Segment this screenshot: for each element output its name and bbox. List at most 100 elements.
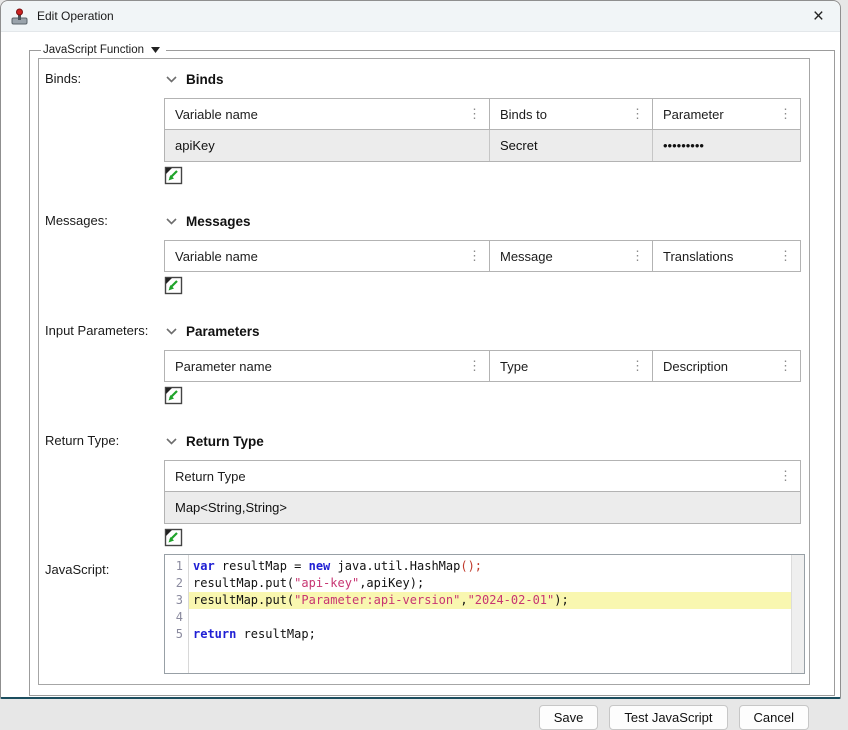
add-row-icon xyxy=(164,166,183,185)
code-token: ,apiKey); xyxy=(359,576,424,590)
messages-collapse-header[interactable]: Messages xyxy=(166,212,805,230)
app-icon xyxy=(11,8,28,25)
window-title: Edit Operation xyxy=(37,9,114,23)
binds-add-row-button[interactable] xyxy=(164,166,183,185)
binds-col-variable-name[interactable]: Variable name ⋮ xyxy=(165,99,490,129)
dialog-body: JavaScript Function Binds: Binds xyxy=(1,32,840,730)
save-button[interactable]: Save xyxy=(539,705,599,730)
line-number: 4 xyxy=(165,609,188,626)
column-header-label: Variable name xyxy=(175,249,464,264)
function-panel: Binds: Binds Variable name xyxy=(38,58,810,685)
parameters-add-row-button[interactable] xyxy=(164,386,183,405)
cancel-button[interactable]: Cancel xyxy=(739,705,809,730)
code-line-5: return resultMap; xyxy=(189,626,791,643)
code-line-2: resultMap.put("api-key",apiKey); xyxy=(189,575,791,592)
parameters-col-parameter-name[interactable]: Parameter name ⋮ xyxy=(165,351,490,381)
parameters-section: Input Parameters: Parameters Parameter xyxy=(42,313,809,405)
code-token: return xyxy=(193,627,236,641)
return-type-section: Return Type: Return Type Return Type xyxy=(42,423,809,547)
test-javascript-button[interactable]: Test JavaScript xyxy=(609,705,727,730)
binds-cell-binds-to[interactable]: Secret xyxy=(490,130,653,161)
column-menu-icon[interactable]: ⋮ xyxy=(775,106,792,122)
group-legend: JavaScript Function xyxy=(41,44,166,56)
chevron-down-icon[interactable] xyxy=(166,328,177,335)
line-number: 3 xyxy=(165,592,188,609)
column-header-label: Type xyxy=(500,359,627,374)
return-type-label: Return Type: xyxy=(42,423,164,547)
code-token: "api-key" xyxy=(294,576,359,590)
messages-label: Messages: xyxy=(42,203,164,295)
parameters-table: Parameter name ⋮ Type ⋮ Description ⋮ xyxy=(164,350,801,382)
editor-scrollbar[interactable] xyxy=(791,555,804,673)
messages-table: Variable name ⋮ Message ⋮ Translations ⋮ xyxy=(164,240,801,272)
add-row-icon xyxy=(164,386,183,405)
messages-section: Messages: Messages Variable name xyxy=(42,203,809,295)
javascript-function-group: JavaScript Function Binds: Binds xyxy=(29,44,835,696)
column-menu-icon[interactable]: ⋮ xyxy=(775,468,792,484)
return-type-collapse-header[interactable]: Return Type xyxy=(166,432,805,450)
line-number-gutter: 1 2 3 4 5 xyxy=(165,555,189,673)
code-line-1: var resultMap = new java.util.HashMap(); xyxy=(189,558,791,575)
column-menu-icon[interactable]: ⋮ xyxy=(775,248,792,264)
code-line-3-highlighted: resultMap.put("Parameter:api-version","2… xyxy=(189,592,791,609)
column-menu-icon[interactable]: ⋮ xyxy=(627,106,644,122)
javascript-label: JavaScript: xyxy=(42,553,164,674)
code-token: resultMap.put( xyxy=(193,576,294,590)
column-header-label: Translations xyxy=(663,249,775,264)
return-type-table: Return Type ⋮ Map<String,String> xyxy=(164,460,801,524)
function-type-dropdown-icon[interactable] xyxy=(151,47,160,53)
titlebar[interactable]: Edit Operation × xyxy=(1,1,840,32)
messages-col-variable-name[interactable]: Variable name ⋮ xyxy=(165,241,490,271)
javascript-code-editor[interactable]: 1 2 3 4 5 var resultMap = new java.util.… xyxy=(164,554,805,674)
column-header-label: Description xyxy=(663,359,775,374)
add-row-icon xyxy=(164,276,183,295)
parameters-col-type[interactable]: Type ⋮ xyxy=(490,351,653,381)
code-token: "2024-02-01" xyxy=(468,593,555,607)
code-area[interactable]: var resultMap = new java.util.HashMap();… xyxy=(189,555,791,673)
code-token: resultMap; xyxy=(236,627,315,641)
binds-table: Variable name ⋮ Binds to ⋮ Parameter ⋮ xyxy=(164,98,801,162)
code-token: resultMap = xyxy=(215,559,309,573)
column-header-label: Return Type xyxy=(175,469,775,484)
column-menu-icon[interactable]: ⋮ xyxy=(464,106,481,122)
column-header-label: Parameter xyxy=(663,107,775,122)
return-type-col[interactable]: Return Type ⋮ xyxy=(165,461,800,491)
return-type-add-row-button[interactable] xyxy=(164,528,183,547)
line-number: 2 xyxy=(165,575,188,592)
code-token: (); xyxy=(460,559,482,573)
messages-title: Messages xyxy=(186,214,251,229)
close-icon[interactable]: × xyxy=(807,7,830,26)
parameters-col-description[interactable]: Description ⋮ xyxy=(653,351,800,381)
binds-col-parameter[interactable]: Parameter ⋮ xyxy=(653,99,800,129)
chevron-down-icon[interactable] xyxy=(166,218,177,225)
messages-add-row-button[interactable] xyxy=(164,276,183,295)
column-menu-icon[interactable]: ⋮ xyxy=(775,358,792,374)
column-menu-icon[interactable]: ⋮ xyxy=(464,358,481,374)
binds-col-binds-to[interactable]: Binds to ⋮ xyxy=(490,99,653,129)
chevron-down-icon[interactable] xyxy=(166,76,177,83)
group-label: JavaScript Function xyxy=(43,44,144,56)
binds-collapse-header[interactable]: Binds xyxy=(166,70,805,88)
binds-label: Binds: xyxy=(42,61,164,185)
binds-cell-variable-name[interactable]: apiKey xyxy=(165,130,490,161)
javascript-section: JavaScript: 1 2 3 4 5 var resultMap xyxy=(42,553,809,674)
code-line-4 xyxy=(189,609,791,626)
messages-col-translations[interactable]: Translations ⋮ xyxy=(653,241,800,271)
code-token: , xyxy=(460,593,467,607)
return-type-cell[interactable]: Map<String,String> xyxy=(165,492,800,523)
column-menu-icon[interactable]: ⋮ xyxy=(627,248,644,264)
footer-button-bar: Save Test JavaScript Cancel xyxy=(1,696,840,730)
binds-cell-parameter[interactable]: ••••••••• xyxy=(653,130,800,161)
code-token: var xyxy=(193,559,215,573)
messages-col-message[interactable]: Message ⋮ xyxy=(490,241,653,271)
column-menu-icon[interactable]: ⋮ xyxy=(464,248,481,264)
code-token: java.util.HashMap xyxy=(330,559,460,573)
parameters-collapse-header[interactable]: Parameters xyxy=(166,322,805,340)
code-token: resultMap.put( xyxy=(193,593,294,607)
code-token: "Parameter:api-version" xyxy=(294,593,460,607)
column-menu-icon[interactable]: ⋮ xyxy=(627,358,644,374)
return-type-title: Return Type xyxy=(186,434,264,449)
column-header-label: Parameter name xyxy=(175,359,464,374)
code-token: ); xyxy=(554,593,568,607)
chevron-down-icon[interactable] xyxy=(166,438,177,445)
